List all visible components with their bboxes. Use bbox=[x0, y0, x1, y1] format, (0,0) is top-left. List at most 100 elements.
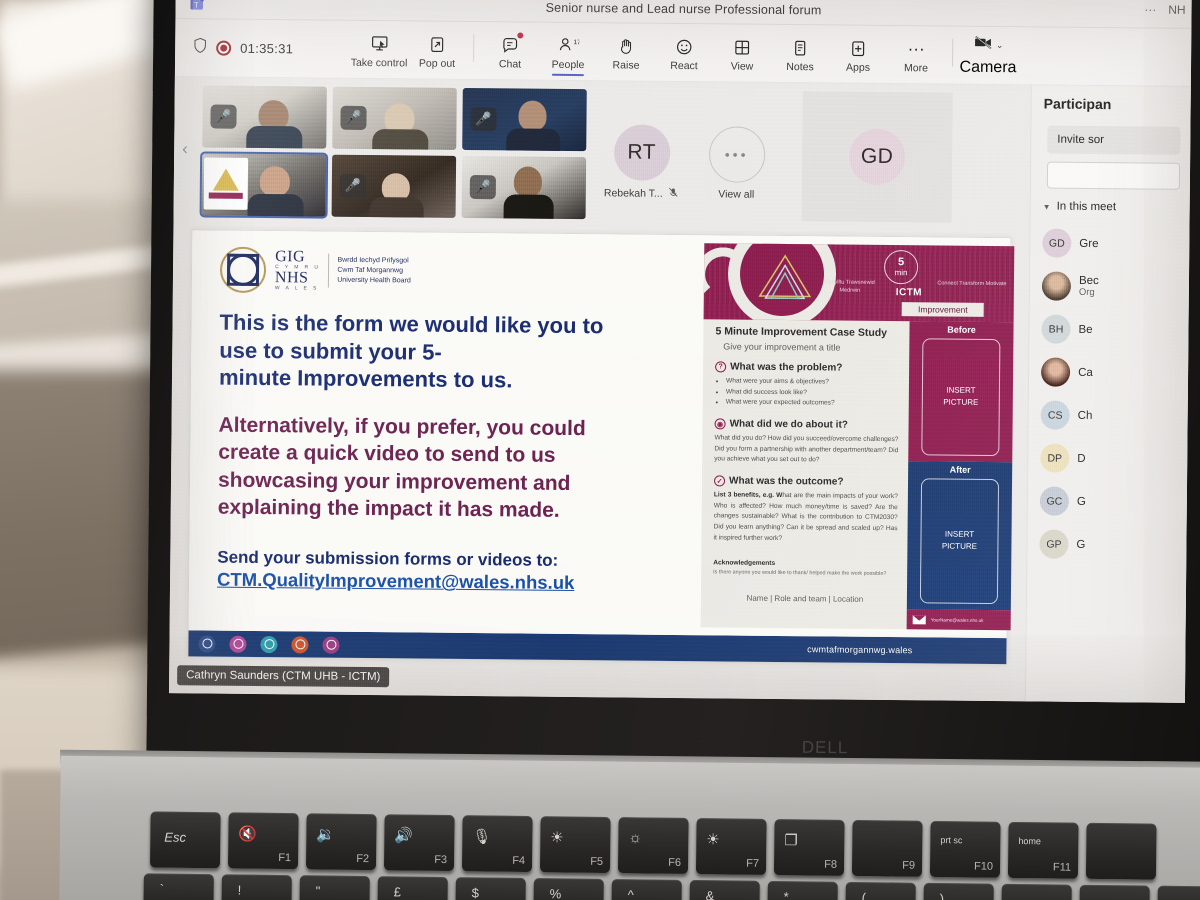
poster-email: YourName@wales.nhs.uk bbox=[930, 616, 984, 623]
key-backspace[interactable] bbox=[1157, 885, 1200, 900]
key-2[interactable]: " bbox=[299, 875, 370, 900]
record-icon[interactable] bbox=[216, 40, 232, 56]
video-tile[interactable]: 🎤 bbox=[462, 87, 587, 152]
participant-row[interactable]: Ca bbox=[1040, 350, 1188, 394]
key-f5[interactable]: ☀ F5 bbox=[539, 816, 611, 874]
video-tile[interactable]: 🎤 bbox=[331, 154, 457, 218]
in-this-meeting-section[interactable]: ▼ In this meet bbox=[1043, 200, 1190, 214]
key-f1[interactable]: 🔇 F1 bbox=[227, 812, 299, 870]
participant-row[interactable]: GC G bbox=[1039, 479, 1187, 523]
pop-out-button[interactable]: Pop out bbox=[409, 30, 465, 72]
camera-label: Camera bbox=[959, 58, 1017, 77]
view-grid-icon bbox=[733, 37, 751, 58]
participant-row[interactable]: Bec Org bbox=[1041, 264, 1189, 308]
more-button[interactable]: ··· More bbox=[888, 35, 944, 77]
nhs-gig: GIG bbox=[275, 247, 306, 266]
slide-footer-url: cwmtafmorgannwg.wales bbox=[807, 644, 913, 656]
laptop-keyboard: Esc 🔇 F1 🔉 F2 🔊 F3 🎙 F4 ☀ F5 ☼ F6 ☀ F7 ❐… bbox=[143, 811, 1200, 900]
ageing-well-badge bbox=[291, 635, 309, 653]
video-tile[interactable]: 🎤 bbox=[332, 86, 457, 150]
apps-label: Apps bbox=[845, 61, 871, 74]
key-f12[interactable] bbox=[1085, 822, 1157, 880]
key-equals[interactable] bbox=[1079, 884, 1150, 900]
key-0-label: ) bbox=[939, 891, 945, 900]
ictm-english-label: Connect Transform Motivate bbox=[937, 280, 1007, 288]
key-esc[interactable]: Esc bbox=[149, 811, 221, 869]
participant-name-text: Rebekah T... bbox=[603, 187, 663, 200]
heading-line-3: minute Improvements to us. bbox=[218, 365, 513, 393]
participant-row[interactable]: GP G bbox=[1039, 522, 1186, 566]
key-1[interactable]: ! bbox=[221, 874, 292, 900]
key-grave[interactable]: ` bbox=[143, 873, 214, 900]
chat-label: Chat bbox=[498, 58, 522, 71]
key-8[interactable]: * bbox=[767, 880, 838, 900]
key-4[interactable]: $ bbox=[455, 877, 526, 900]
participant-row[interactable]: DP D bbox=[1040, 436, 1187, 480]
video-tile-active-speaker[interactable] bbox=[199, 151, 329, 219]
participant-row[interactable]: GD Gre bbox=[1042, 221, 1189, 265]
ictm-label: ICTM bbox=[895, 287, 922, 299]
key-5[interactable]: % bbox=[533, 878, 604, 900]
take-control-button[interactable]: Take control bbox=[351, 30, 407, 72]
invite-someone-button[interactable]: Invite sor bbox=[1047, 125, 1181, 155]
participant-search-input[interactable] bbox=[1046, 161, 1181, 190]
key-f7[interactable]: ☀ F7 bbox=[695, 818, 767, 875]
key-0[interactable]: ) bbox=[923, 882, 994, 900]
question-2: ◉ What did we do about it? bbox=[714, 418, 899, 431]
participant-row[interactable]: BH Be bbox=[1041, 307, 1188, 351]
mute-icon: 🔇 bbox=[238, 825, 258, 843]
shared-content-frame[interactable]: GIG C Y M R U NHS W A L E S Bwrdd Iechyd… bbox=[187, 229, 1015, 666]
chat-button[interactable]: Chat bbox=[482, 31, 538, 73]
participant-name: Bec bbox=[1078, 274, 1099, 288]
video-tile[interactable]: 🎤 bbox=[202, 85, 327, 149]
key-7-label: & bbox=[705, 888, 715, 900]
apps-button[interactable]: Apps bbox=[830, 34, 886, 76]
key-f11[interactable]: home F11 bbox=[1007, 821, 1079, 879]
question-3-text: What was the outcome? bbox=[728, 475, 844, 488]
key-7[interactable]: & bbox=[689, 879, 760, 900]
envelope-icon bbox=[912, 614, 926, 624]
five-min-badge: 5 min bbox=[883, 249, 919, 285]
people-button[interactable]: 17 People bbox=[540, 32, 596, 74]
participant-tile-rt[interactable]: RT Rebekah T... bbox=[594, 108, 690, 201]
key-f9[interactable]: F9 bbox=[851, 819, 923, 877]
key-f11-label: F11 bbox=[1052, 861, 1072, 874]
key-6[interactable]: ^ bbox=[611, 879, 682, 900]
key-3[interactable]: £ bbox=[377, 876, 448, 900]
function-key-row: Esc 🔇 F1 🔉 F2 🔊 F3 🎙 F4 ☀ F5 ☼ F6 ☀ F7 ❐… bbox=[149, 811, 1157, 880]
mic-muted-icon: 🎤 bbox=[339, 173, 366, 198]
check-icon: ✓ bbox=[713, 475, 726, 487]
view-button[interactable]: View bbox=[714, 33, 770, 75]
key-f6[interactable]: ☼ F6 bbox=[617, 817, 689, 874]
key-f2[interactable]: 🔉 F2 bbox=[305, 813, 377, 871]
question-3-rest: hat are the main impacts of your work? W… bbox=[713, 492, 898, 542]
participant-name: Ca bbox=[1078, 366, 1093, 379]
raise-hand-button[interactable]: Raise bbox=[598, 32, 654, 74]
camera-button[interactable]: ⌄ Camera bbox=[959, 34, 1017, 78]
avatar: GD bbox=[1042, 228, 1072, 258]
email-link[interactable]: CTM.QualityImprovement@wales.nhs.uk bbox=[217, 569, 675, 595]
key-f4[interactable]: 🎙 F4 bbox=[461, 815, 533, 873]
react-button[interactable]: React bbox=[656, 33, 712, 75]
laptop-screen: T Senior nurse and Lead nurse Profession… bbox=[168, 0, 1192, 703]
hb-line3: University Health Board bbox=[337, 276, 411, 285]
more-label: More bbox=[903, 62, 929, 75]
key-minus[interactable] bbox=[1001, 883, 1072, 900]
participant-tile-gd[interactable]: GD bbox=[801, 91, 953, 223]
video-tile[interactable]: 🎤 bbox=[461, 155, 587, 220]
avatar: RT bbox=[613, 124, 670, 181]
chevron-left-icon[interactable]: ‹ bbox=[182, 139, 188, 159]
key-f10[interactable]: prt sc F10 bbox=[929, 820, 1001, 878]
chevron-down-icon[interactable]: ⌄ bbox=[996, 40, 1004, 51]
question-1: ? What was the problem? bbox=[715, 361, 899, 374]
participant-row[interactable]: CS Ch bbox=[1040, 393, 1187, 437]
key-9[interactable]: ( bbox=[845, 881, 916, 900]
notes-button[interactable]: Notes bbox=[772, 34, 828, 76]
lightbulb-icon: ? bbox=[715, 361, 727, 373]
key-f8[interactable]: ❐ F8 bbox=[773, 819, 845, 876]
ictm-welsh-label: Cysylltu Trawsnewid Medrwin bbox=[825, 279, 875, 295]
key-9-label: ( bbox=[861, 890, 867, 900]
ellipsis-icon[interactable]: ··· bbox=[1144, 2, 1156, 16]
view-all-tile[interactable]: ••• View all bbox=[689, 110, 785, 201]
key-f3[interactable]: 🔊 F3 bbox=[383, 814, 455, 872]
